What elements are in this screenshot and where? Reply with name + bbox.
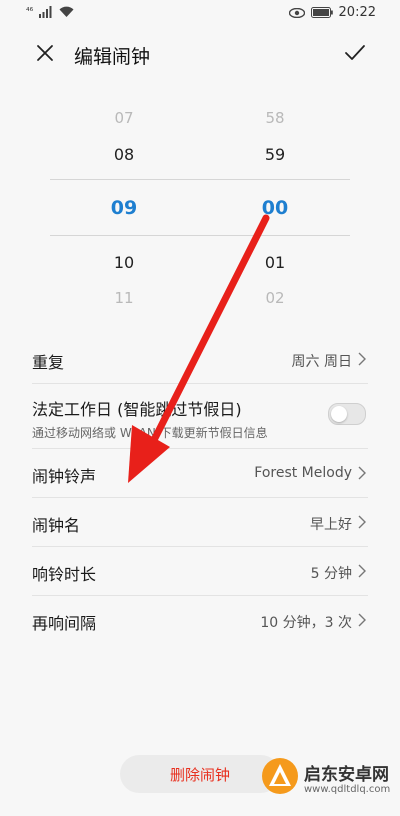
picker-top-divider [50,179,350,180]
status-time: 20:22 [338,5,376,20]
alarm-name-label: 闹钟名 [32,516,81,535]
snooze-row[interactable]: 再响间隔 10 分钟，3 次 [32,596,368,644]
close-button[interactable] [30,38,60,68]
minute-option[interactable]: 02 [245,289,305,307]
settings-list: 重复 周六 周日 法定工作日 (智能跳过节假日) 通过移动网络或 WLAN 下载… [32,335,368,644]
hour-option[interactable]: 07 [94,109,154,127]
selected-hour[interactable]: 09 [94,197,154,219]
signal-label: ⁴⁶ [26,7,34,17]
snooze-label: 再响间隔 [32,614,97,633]
ring-duration-row[interactable]: 响铃时长 5 分钟 [32,547,368,596]
time-picker[interactable]: 07 08 09 10 11 58 59 00 01 02 [0,100,400,315]
eye-icon [288,7,305,18]
delete-alarm-button[interactable]: 删除闹钟 [120,755,280,793]
ring-duration-label: 响铃时长 [32,565,97,584]
page-title: 编辑闹钟 [74,46,151,68]
workday-description: 通过移动网络或 WLAN 下载更新节假日信息 [32,426,268,440]
hour-option[interactable]: 11 [94,289,154,307]
chevron-right-icon [358,352,366,366]
repeat-row[interactable]: 重复 周六 周日 [32,335,368,384]
ringtone-value: Forest Melody [254,465,352,481]
header: 编辑闹钟 [0,28,400,80]
snooze-value: 10 分钟，3 次 [260,615,352,631]
ringtone-row[interactable]: 闹钟铃声 Forest Melody [32,449,368,498]
chevron-right-icon [358,466,366,480]
minute-option[interactable]: 58 [245,109,305,127]
chevron-right-icon [358,564,366,578]
check-icon [345,45,365,60]
status-left: ⁴⁶ [26,6,74,18]
chevron-right-icon [358,613,366,627]
status-bar: ⁴⁶ 20:22 [0,0,400,26]
watermark-url: www.qdltdlq.com [304,784,391,795]
alarm-name-value: 早上好 [310,517,352,533]
watermark-name: 启东安卓网 [304,765,389,785]
picker-bottom-divider [50,235,350,236]
workday-toggle[interactable] [328,403,366,425]
ringtone-label: 闹钟铃声 [32,467,97,486]
minute-option[interactable]: 59 [245,145,305,164]
repeat-value: 周六 周日 [291,354,352,370]
alarm-name-row[interactable]: 闹钟名 早上好 [32,498,368,547]
close-icon [37,45,53,61]
status-right: 20:22 [288,5,376,20]
workday-row: 法定工作日 (智能跳过节假日) 通过移动网络或 WLAN 下载更新节假日信息 [32,384,368,449]
workday-label: 法定工作日 (智能跳过节假日) [32,400,242,419]
repeat-label: 重复 [32,353,65,372]
battery-icon [310,7,333,18]
chevron-right-icon [358,515,366,529]
minute-option[interactable]: 01 [245,253,305,272]
cell-signal-icon [39,6,52,18]
ring-duration-value: 5 分钟 [310,566,352,582]
watermark-logo-icon [262,758,298,794]
watermark: 启东安卓网 www.qdltdlq.com [260,752,390,812]
wifi-icon [59,6,74,18]
toggle-knob [331,406,347,422]
hour-option[interactable]: 10 [94,253,154,272]
hour-option[interactable]: 08 [94,145,154,164]
selected-minute[interactable]: 00 [245,197,305,219]
confirm-button[interactable] [340,38,370,68]
